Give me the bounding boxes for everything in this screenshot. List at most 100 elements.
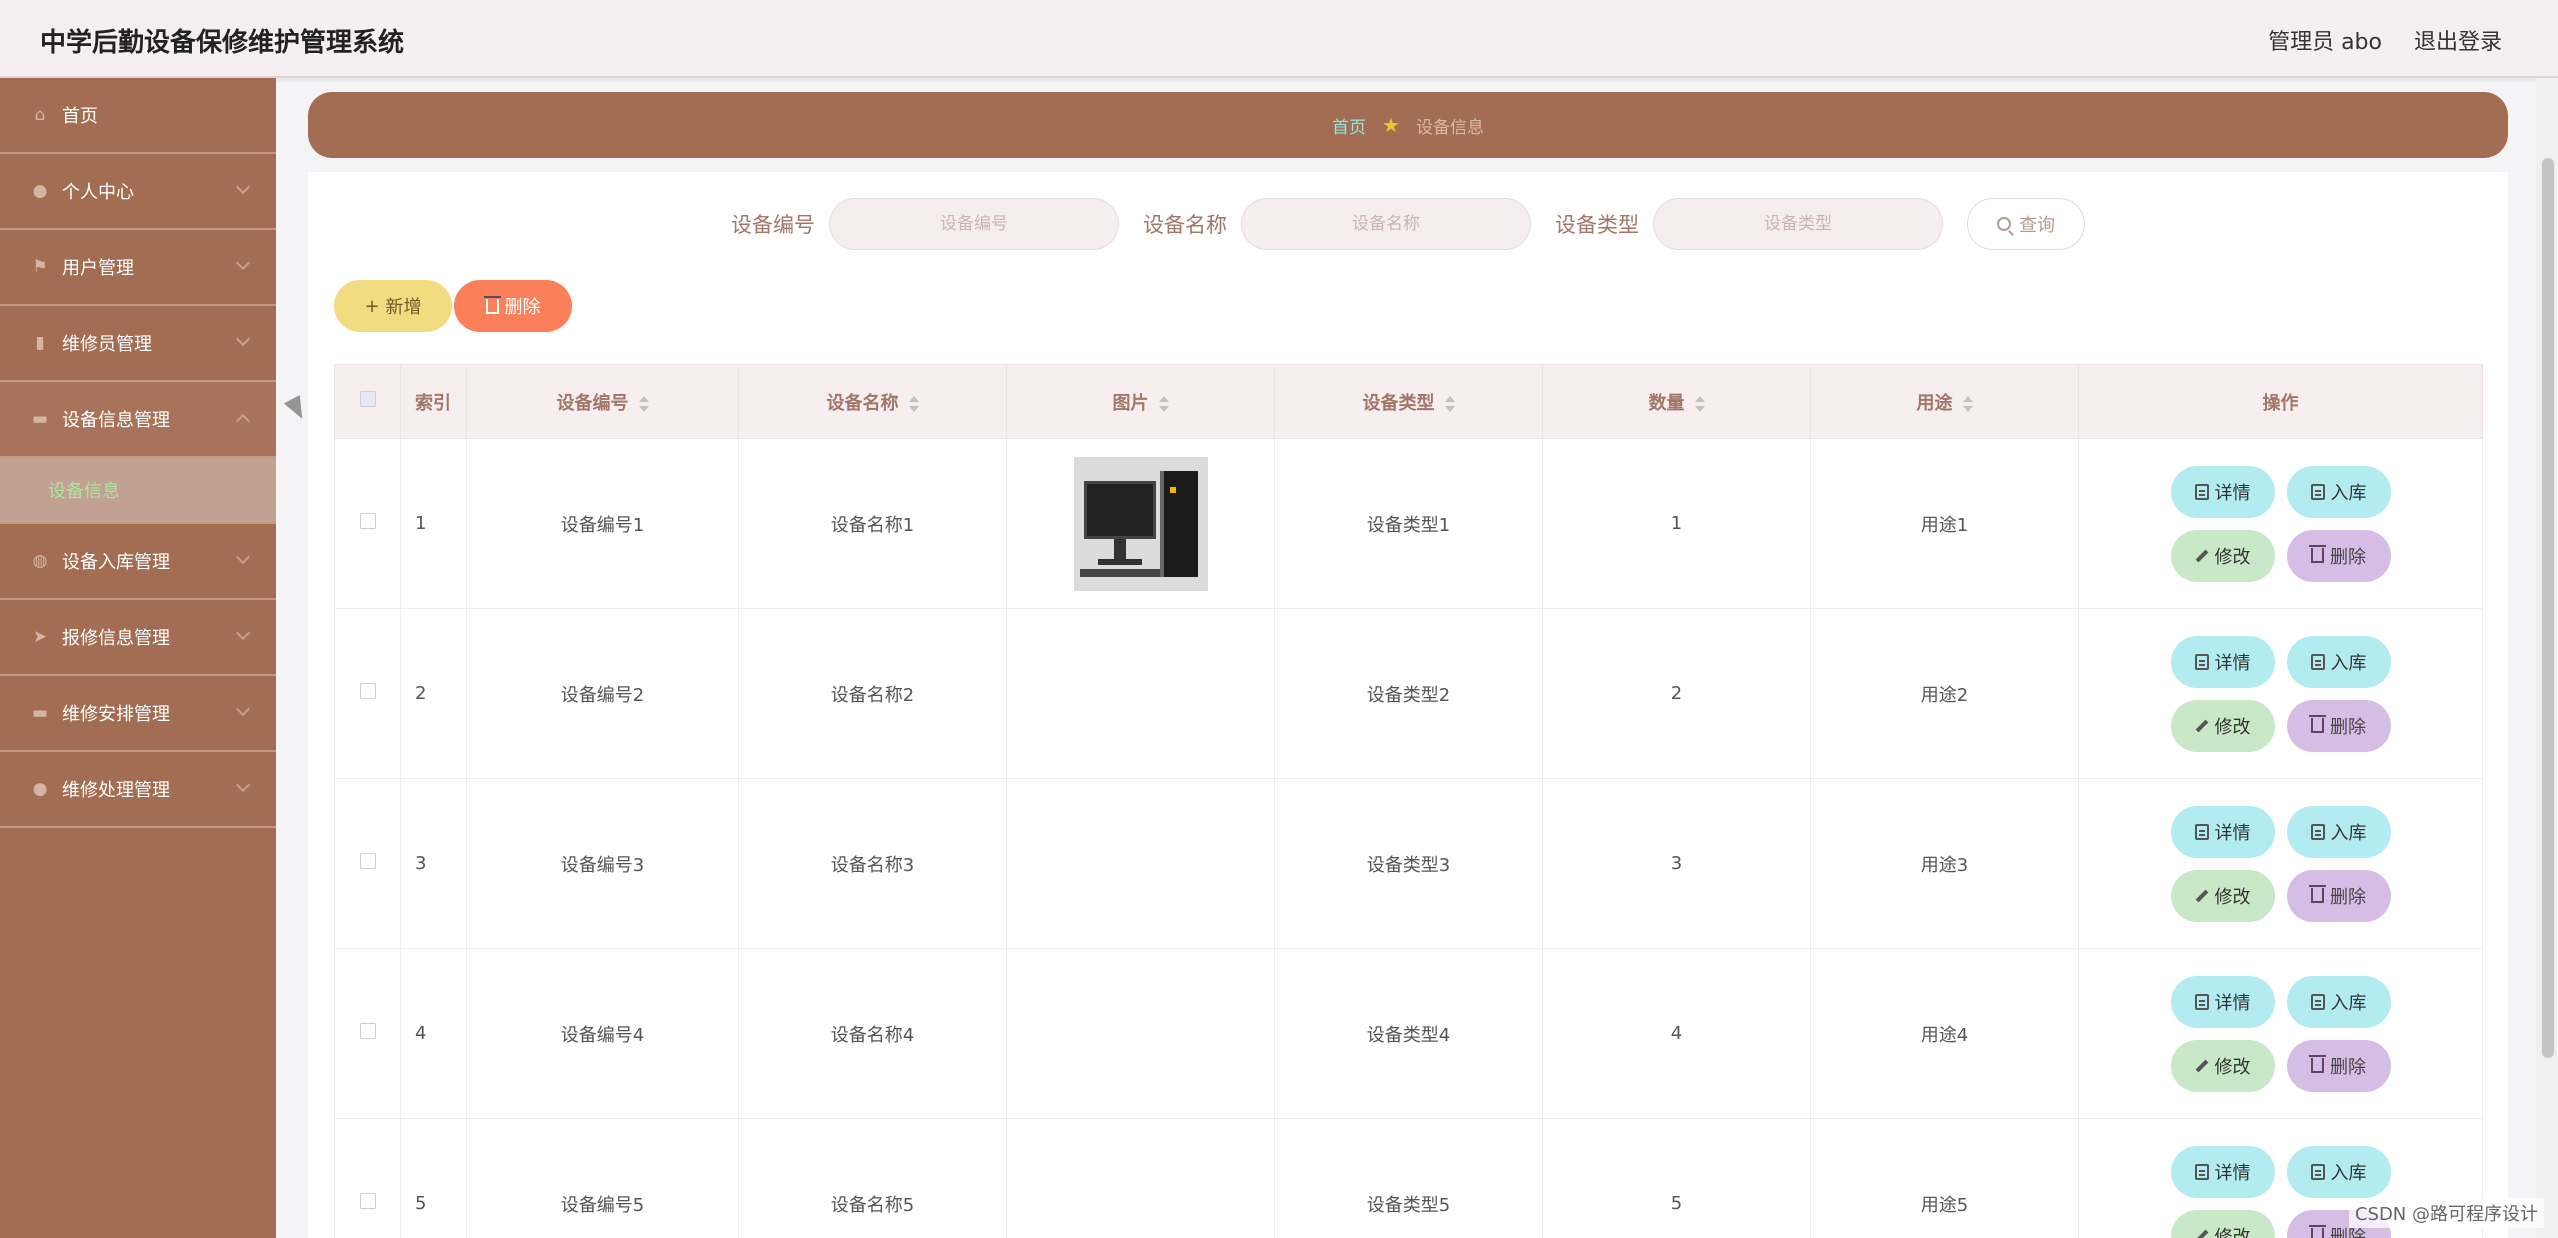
- stock-in-label: 入库: [2330, 1162, 2367, 1184]
- flag-icon: ⚑: [32, 257, 48, 277]
- breadcrumb-home[interactable]: 首页: [1332, 113, 1366, 138]
- sidebar-item-personal[interactable]: ● 个人中心: [0, 154, 276, 230]
- trash-icon: [483, 295, 501, 314]
- column-header-index: 索引: [400, 364, 467, 439]
- cell-index: 4: [400, 948, 467, 1119]
- stock-in-button[interactable]: 入库: [2286, 975, 2391, 1028]
- device-code-input[interactable]: [829, 198, 1119, 250]
- cell-ops: 详情 入库修改 删除: [2078, 608, 2483, 779]
- sidebar-item-repairmen[interactable]: ▮ 维修员管理: [0, 306, 276, 382]
- sort-icon[interactable]: [908, 395, 919, 412]
- detail-label: 详情: [2214, 482, 2251, 504]
- trash-icon: [2309, 1055, 2326, 1073]
- edit-button[interactable]: 修改: [2170, 869, 2275, 922]
- sort-icon[interactable]: [1444, 395, 1455, 412]
- cell-image: [1006, 778, 1275, 949]
- delete-label: 删除: [2330, 546, 2366, 568]
- device-name-input[interactable]: [1241, 198, 1531, 250]
- sort-icon[interactable]: [1962, 395, 1973, 412]
- current-user[interactable]: 管理员 abo: [2268, 24, 2382, 56]
- device-type-input[interactable]: [1653, 198, 1943, 250]
- document-icon: [2194, 483, 2209, 500]
- detail-button[interactable]: 详情: [2170, 975, 2275, 1028]
- sidebar-item-device-info[interactable]: ▬ 设备信息管理: [0, 382, 276, 458]
- sidebar-item-repair-schedule[interactable]: ▬ 维修安排管理: [0, 676, 276, 752]
- chevron-up-icon: [235, 413, 251, 429]
- scroll-thumb[interactable]: [2542, 158, 2554, 1058]
- table-row: 4 设备编号4 设备名称4 设备类型4 4 用途4 详情 入库 修改 删除: [334, 948, 2483, 1119]
- add-button[interactable]: + 新增: [334, 280, 452, 332]
- row-checkbox[interactable]: [359, 683, 376, 699]
- edit-icon: [2195, 1059, 2208, 1072]
- column-header-qty[interactable]: 数量: [1542, 364, 1811, 439]
- delete-button[interactable]: 删除: [2286, 869, 2391, 922]
- sidebar-subitem-device-info[interactable]: 设备信息: [0, 458, 276, 524]
- send-icon: ➤: [32, 627, 48, 647]
- column-header-use[interactable]: 用途: [1810, 364, 2079, 439]
- detail-button[interactable]: 详情: [2170, 635, 2275, 688]
- column-header-image[interactable]: 图片: [1006, 364, 1275, 439]
- sidebar-item-users[interactable]: ⚑ 用户管理: [0, 230, 276, 306]
- location-icon: ●: [32, 779, 48, 799]
- add-button-label: 新增: [385, 297, 422, 318]
- column-header-type[interactable]: 设备类型: [1274, 364, 1543, 439]
- delete-button[interactable]: 删除: [2286, 699, 2391, 752]
- detail-label: 详情: [2214, 1162, 2251, 1184]
- row-checkbox[interactable]: [359, 1023, 376, 1039]
- cell-index: 1: [400, 438, 467, 609]
- row-checkbox[interactable]: [359, 513, 376, 529]
- batch-delete-button[interactable]: 删除: [454, 280, 572, 332]
- edit-icon: [2195, 549, 2208, 562]
- cell-image: [1006, 438, 1275, 609]
- edit-button[interactable]: 修改: [2170, 699, 2275, 752]
- cell-code: 设备编号2: [466, 608, 739, 779]
- stock-in-button[interactable]: 入库: [2286, 1145, 2391, 1198]
- document-icon: [2310, 823, 2325, 840]
- delete-button[interactable]: 删除: [2286, 1039, 2391, 1092]
- stock-in-label: 入库: [2330, 652, 2367, 674]
- column-header-code[interactable]: 设备编号: [466, 364, 739, 439]
- delete-button[interactable]: 删除: [2286, 529, 2391, 582]
- select-all-checkbox[interactable]: [359, 391, 376, 407]
- detail-button[interactable]: 详情: [2170, 1145, 2275, 1198]
- sidebar-item-repair-process[interactable]: ● 维修处理管理: [0, 752, 276, 828]
- cell-type: 设备类型1: [1274, 438, 1543, 609]
- user-icon: ●: [32, 181, 48, 201]
- document-icon: [2310, 653, 2325, 670]
- scrollbar[interactable]: [2536, 78, 2558, 1238]
- device-image[interactable]: [1073, 456, 1208, 591]
- edit-icon: [2195, 889, 2208, 902]
- edit-button[interactable]: 修改: [2170, 529, 2275, 582]
- cell-qty: 2: [1542, 608, 1811, 779]
- globe-icon: ◍: [32, 551, 48, 571]
- sidebar-item-home[interactable]: ⌂ 首页: [0, 78, 276, 154]
- sort-icon[interactable]: [638, 395, 649, 412]
- row-select-cell: [334, 948, 401, 1119]
- cell-type: 设备类型3: [1274, 778, 1543, 949]
- sort-icon[interactable]: [1694, 395, 1705, 412]
- sort-icon[interactable]: [1158, 395, 1169, 412]
- sidebar-item-label: 维修处理管理: [62, 780, 170, 801]
- edit-icon: [2195, 719, 2208, 732]
- sidebar-item-device-stock[interactable]: ◍ 设备入库管理: [0, 524, 276, 600]
- logout-button[interactable]: 退出登录: [2414, 24, 2502, 56]
- sidebar-item-repair-reports[interactable]: ➤ 报修信息管理: [0, 600, 276, 676]
- detail-button[interactable]: 详情: [2170, 805, 2275, 858]
- chevron-down-icon: [235, 179, 251, 195]
- row-checkbox[interactable]: [359, 1193, 376, 1209]
- edit-button[interactable]: 修改: [2170, 1039, 2275, 1092]
- edit-button[interactable]: 修改: [2170, 1209, 2275, 1238]
- mouse-cursor-icon: [283, 395, 311, 423]
- stock-in-button[interactable]: 入库: [2286, 465, 2391, 518]
- delete-label: 删除: [2330, 716, 2366, 738]
- detail-button[interactable]: 详情: [2170, 465, 2275, 518]
- edit-label: 修改: [2214, 1226, 2251, 1238]
- message-icon: ▬: [31, 703, 49, 723]
- table-row: 5 设备编号5 设备名称5 设备类型5 5 用途5 详情 入库 修改 删除: [334, 1118, 2483, 1238]
- table-header-row: 索引 设备编号 设备名称 图片 设备类型 数量 用途 操作: [334, 364, 2483, 439]
- row-checkbox[interactable]: [359, 853, 376, 869]
- stock-in-button[interactable]: 入库: [2286, 635, 2391, 688]
- query-button[interactable]: 查询: [1967, 198, 2085, 250]
- stock-in-button[interactable]: 入库: [2286, 805, 2391, 858]
- column-header-name[interactable]: 设备名称: [738, 364, 1007, 439]
